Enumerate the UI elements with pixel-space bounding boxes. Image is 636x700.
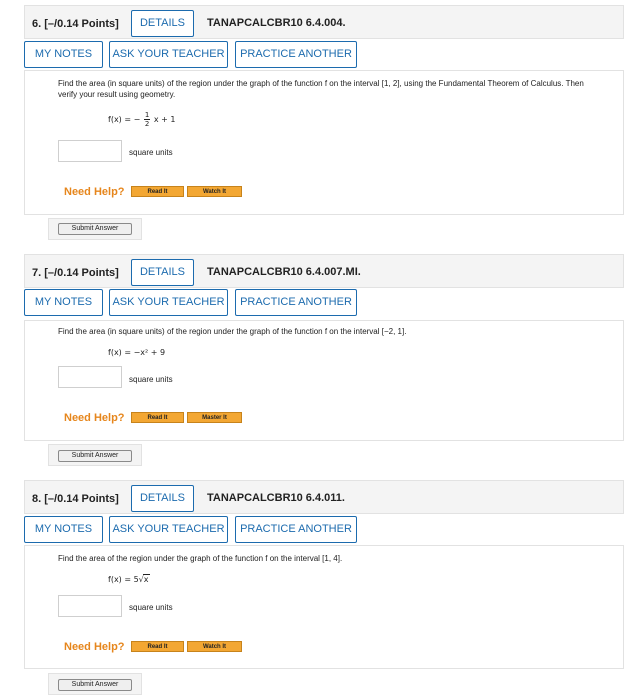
answer-input[interactable] — [58, 595, 122, 617]
points-label: [–/0.14 Points] — [44, 267, 119, 279]
practice-another-button[interactable]: PRACTICE ANOTHER — [235, 516, 357, 543]
submit-answer-button[interactable]: Submit Answer — [58, 679, 132, 691]
details-button[interactable]: DETAILS — [131, 10, 194, 37]
need-help-label: Need Help? — [64, 186, 125, 198]
points-label: [–/0.14 Points] — [44, 493, 119, 505]
radicand: x — [142, 574, 150, 584]
details-button[interactable]: DETAILS — [131, 259, 194, 286]
question-code: TANAPCALCBR10 6.4.004. — [207, 17, 346, 29]
points-label: [–/0.14 Points] — [44, 18, 119, 30]
function-expression: f(x) = − 1 2 x + 1 — [108, 111, 175, 128]
submit-answer-button[interactable]: Submit Answer — [58, 450, 132, 462]
question-number: 8. [–/0.14 Points] — [32, 493, 119, 505]
ask-your-teacher-button[interactable]: ASK YOUR TEACHER — [109, 516, 228, 543]
answer-input[interactable] — [58, 366, 122, 388]
question-code: TANAPCALCBR10 6.4.011. — [207, 492, 345, 504]
practice-another-button[interactable]: PRACTICE ANOTHER — [235, 289, 357, 316]
function-expression: f(x) = 5√x — [108, 574, 150, 584]
fraction-numerator: 1 — [143, 111, 151, 120]
question-prompt: Find the area of the region under the gr… — [58, 554, 343, 563]
units-label: square units — [129, 375, 173, 384]
question-code: TANAPCALCBR10 6.4.007.MI. — [207, 266, 361, 278]
need-help-label: Need Help? — [64, 641, 125, 653]
units-label: square units — [129, 603, 173, 612]
master-it-button[interactable]: Master It — [187, 412, 242, 423]
practice-another-button[interactable]: PRACTICE ANOTHER — [235, 41, 357, 68]
need-help-label: Need Help? — [64, 412, 125, 424]
watch-it-button[interactable]: Watch It — [187, 641, 242, 652]
question-number-label: 6. — [32, 18, 42, 30]
question-number: 6. [–/0.14 Points] — [32, 18, 119, 30]
read-it-button[interactable]: Read It — [131, 412, 184, 423]
my-notes-button[interactable]: MY NOTES — [24, 516, 103, 543]
watch-it-button[interactable]: Watch It — [187, 186, 242, 197]
question-prompt: Find the area (in square units) of the r… — [58, 327, 407, 336]
ask-your-teacher-button[interactable]: ASK YOUR TEACHER — [109, 41, 228, 68]
fraction-denominator: 2 — [144, 120, 150, 128]
my-notes-button[interactable]: MY NOTES — [24, 289, 103, 316]
units-label: square units — [129, 148, 173, 157]
question-number-label: 8. — [32, 493, 42, 505]
question-prompt: Find the area (in square units) of the r… — [58, 79, 584, 99]
submit-answer-button[interactable]: Submit Answer — [58, 223, 132, 235]
function-rhs: x + 1 — [153, 115, 176, 124]
read-it-button[interactable]: Read It — [131, 186, 184, 197]
function-expression: f(x) = −x² + 9 — [108, 348, 166, 357]
read-it-button[interactable]: Read It — [131, 641, 184, 652]
question-number: 7. [–/0.14 Points] — [32, 267, 119, 279]
function-lhs: f(x) = − — [108, 115, 141, 124]
question-number-label: 7. — [32, 267, 42, 279]
fraction: 1 2 — [143, 111, 151, 128]
my-notes-button[interactable]: MY NOTES — [24, 41, 103, 68]
answer-input[interactable] — [58, 140, 122, 162]
function-lhs: f(x) = 5 — [108, 575, 139, 584]
details-button[interactable]: DETAILS — [131, 485, 194, 512]
ask-your-teacher-button[interactable]: ASK YOUR TEACHER — [109, 289, 228, 316]
